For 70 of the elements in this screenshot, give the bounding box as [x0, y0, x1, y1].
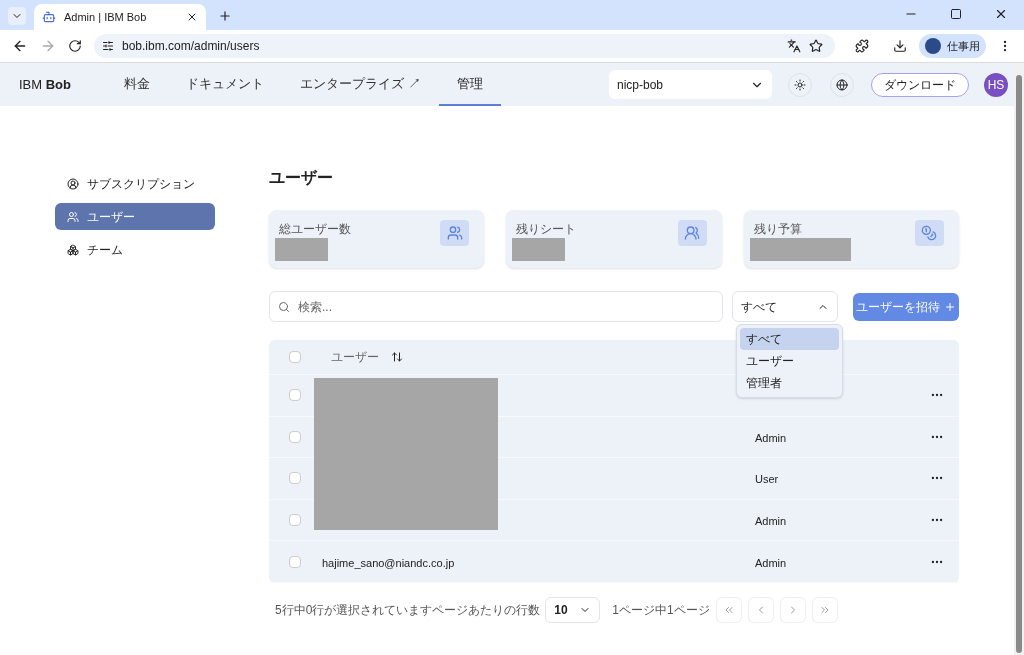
dropdown-option[interactable]: すべて — [740, 328, 839, 350]
nav-link[interactable]: エンタープライズ ↗ — [282, 63, 439, 106]
sidebar-item[interactable]: サブスクリプション — [55, 170, 215, 197]
browser-tab[interactable]: Admin | IBM Bob — [34, 4, 206, 30]
bookmark-star-icon[interactable] — [809, 39, 823, 53]
sort-icon[interactable] — [391, 351, 403, 363]
sidebar-item[interactable]: ユーザー — [55, 203, 215, 230]
rows-per-page-label: ページあたりの行数 — [432, 601, 541, 619]
redacted-block — [512, 238, 566, 261]
workspace-select[interactable]: nicp-bob — [609, 70, 772, 99]
table-cell: User — [755, 473, 779, 486]
row-checkbox[interactable] — [289, 514, 301, 527]
clover-icon — [67, 243, 79, 256]
close-icon[interactable] — [186, 11, 198, 23]
new-tab-icon[interactable] — [218, 9, 232, 23]
selection-status: 5行中0行が選択されています — [275, 601, 433, 619]
back-icon[interactable] — [12, 38, 28, 54]
sidebar-item[interactable]: チーム — [55, 236, 215, 263]
dropdown-option[interactable]: ユーザー — [740, 350, 839, 372]
user-circle-icon — [67, 177, 79, 190]
table-cell: hajime_sano@niandc.co.jp — [322, 556, 455, 569]
users-icon — [684, 225, 701, 241]
avatar-icon — [925, 38, 941, 54]
table-cell: Admin — [755, 431, 787, 444]
page-title: ユーザー — [269, 168, 334, 188]
brand-logo[interactable]: IBM Bob — [19, 74, 71, 95]
sun-icon — [794, 78, 806, 91]
download-icon[interactable] — [893, 39, 907, 53]
page-info: 1ページ中1ページ — [612, 601, 710, 619]
plus-icon — [944, 300, 957, 313]
row-checkbox[interactable] — [289, 430, 301, 443]
users-icon — [446, 225, 463, 241]
url-text: bob.ibm.com/admin/users — [122, 38, 261, 55]
profile-label: 仕事用 — [947, 38, 980, 54]
dropdown-option[interactable]: 管理者 — [740, 372, 839, 394]
maximize-icon[interactable] — [950, 8, 962, 20]
row-checkbox[interactable] — [289, 555, 301, 568]
translate-icon[interactable] — [787, 39, 801, 53]
scrollbar[interactable] — [1014, 63, 1024, 655]
stat-label: 総ユーザー数 — [279, 221, 351, 238]
nav-link[interactable]: 管理 — [438, 63, 501, 106]
stat-label: 残りシート — [516, 221, 577, 238]
tab-list-button[interactable] — [8, 7, 26, 25]
coins-icon — [921, 225, 938, 241]
table-cell: Admin — [755, 515, 787, 528]
globe-icon — [836, 78, 848, 91]
page-size-select[interactable]: 10 — [545, 596, 601, 623]
select-all-checkbox[interactable] — [289, 351, 301, 363]
user-avatar[interactable]: HS — [984, 72, 1008, 97]
column-header[interactable]: ユーザー — [331, 348, 379, 366]
search-icon — [278, 301, 290, 313]
table-cell: Admin — [755, 556, 787, 569]
nav-link[interactable]: ドキュメント — [168, 63, 282, 106]
role-filter-select[interactable]: すべて — [732, 291, 839, 322]
users-icon — [67, 210, 79, 223]
extensions-icon[interactable] — [855, 39, 869, 53]
address-bar[interactable]: bob.ibm.com/admin/users — [94, 34, 835, 58]
robot-icon — [42, 10, 56, 24]
nav-link[interactable]: 料金 — [106, 63, 168, 106]
site-settings-icon[interactable] — [102, 40, 114, 52]
row-checkbox[interactable] — [289, 389, 301, 402]
reload-icon[interactable] — [68, 39, 82, 53]
redacted-block — [275, 238, 328, 261]
row-checkbox[interactable] — [289, 472, 301, 485]
profile-button[interactable]: 仕事用 — [919, 34, 986, 58]
download-button[interactable]: ダウンロード — [871, 72, 969, 97]
tab-title: Admin | IBM Bob — [64, 9, 148, 25]
stat-label: 残り予算 — [753, 221, 802, 238]
search-field[interactable]: 検索... — [269, 291, 724, 322]
close-icon[interactable] — [994, 7, 1008, 21]
